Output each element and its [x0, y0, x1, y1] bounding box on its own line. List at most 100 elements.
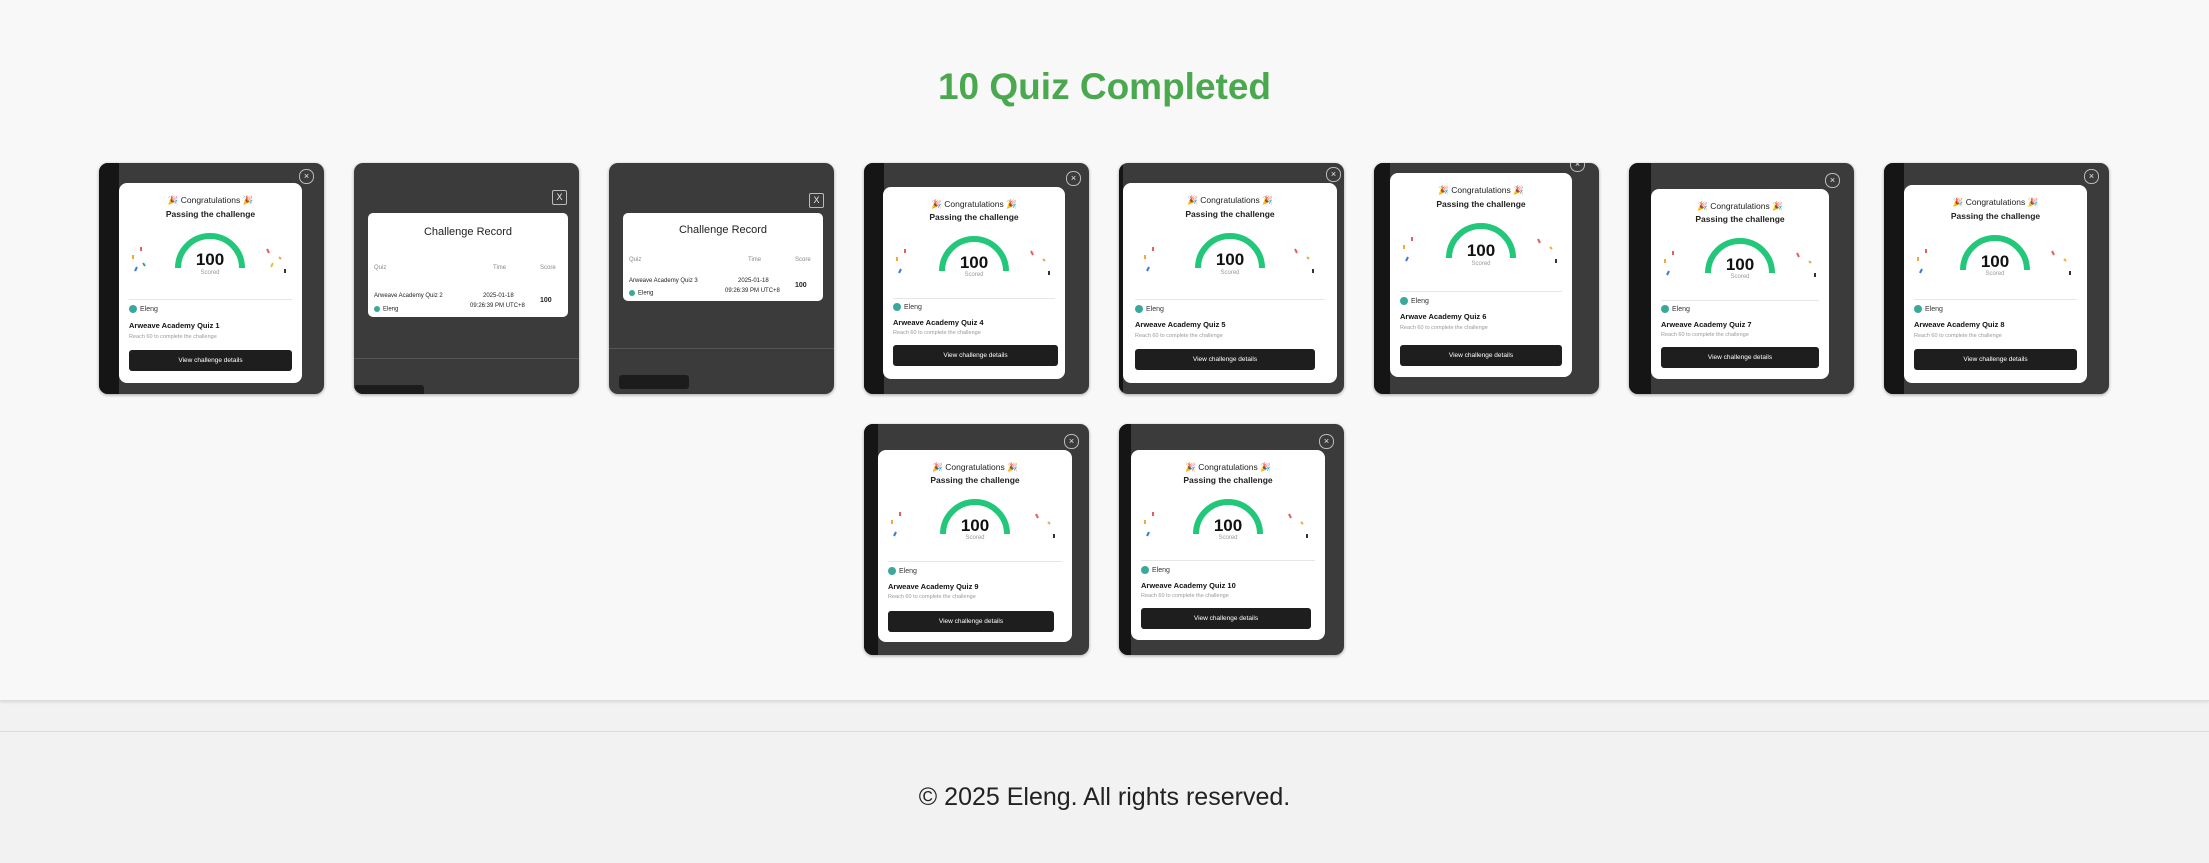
- divider: [1914, 299, 2077, 300]
- view-challenge-details-button[interactable]: View challenge details: [1141, 608, 1311, 629]
- result-modal: 🎉 Congratulations 🎉 Passing the challeng…: [1651, 189, 1829, 379]
- record-date: 2025-01-18: [738, 278, 769, 284]
- result-modal: 🎉 Congratulations 🎉 Passing the challeng…: [1131, 450, 1325, 640]
- confetti-icon: [1917, 249, 2071, 275]
- view-challenge-details-button[interactable]: View challenge details: [893, 345, 1058, 366]
- congrats-text: 🎉 Congratulations 🎉: [932, 462, 1018, 472]
- quiz-description: Reach 60 to complete the challenge: [1914, 333, 2002, 339]
- record-user: Eleng: [374, 306, 398, 313]
- quiz-card[interactable]: × 🎉 Congratulations 🎉 Passing the challe…: [1884, 163, 2109, 394]
- quiz-name: Arweave Academy Quiz 9: [888, 582, 979, 591]
- divider: [1400, 291, 1562, 292]
- challenge-record-card[interactable]: X Challenge Record Quiz Time Score Arwea…: [354, 163, 579, 394]
- record-time: 09:26:39 PM UTC+8: [470, 303, 525, 309]
- view-challenge-details-button[interactable]: View challenge details: [1135, 349, 1315, 370]
- quiz-card[interactable]: × 🎉 Congratulations 🎉 Passing the challe…: [99, 163, 324, 394]
- close-icon[interactable]: ×: [299, 169, 314, 184]
- close-icon[interactable]: ×: [1066, 171, 1081, 186]
- close-icon[interactable]: ×: [1326, 167, 1341, 182]
- column-score: Score: [795, 257, 811, 263]
- footer-divider: [0, 731, 2209, 732]
- congrats-text: 🎉 Congratulations 🎉: [1187, 195, 1273, 205]
- backdrop-sidebar: [1119, 424, 1131, 655]
- footer-copyright: © 2025 Eleng. All rights reserved.: [918, 783, 1291, 811]
- column-quiz: Quiz: [374, 265, 387, 271]
- user-badge: Eleng: [1914, 305, 1943, 313]
- user-badge: Eleng: [1400, 297, 1429, 305]
- divider: [1661, 300, 1819, 301]
- challenge-record-card[interactable]: X Challenge Record Quiz Time Score Arwea…: [609, 163, 834, 394]
- view-challenge-details-button[interactable]: View challenge details: [1661, 347, 1819, 368]
- close-icon[interactable]: ×: [2084, 169, 2099, 184]
- quiz-name: Arweave Academy Quiz 1: [129, 321, 220, 330]
- confetti-icon: [896, 249, 1050, 275]
- backdrop-sidebar: [99, 163, 119, 394]
- passing-text: Passing the challenge: [1436, 199, 1526, 209]
- page-title: 10 Quiz Completed: [937, 66, 1272, 107]
- divider: [893, 298, 1055, 299]
- user-name: Eleng: [1152, 566, 1170, 574]
- confetti-icon: [1144, 512, 1308, 538]
- record-title: Challenge Record: [678, 224, 768, 236]
- column-time: Time: [748, 257, 762, 263]
- quiz-card[interactable]: × 🎉 Congratulations 🎉 Passing the challe…: [1374, 163, 1599, 394]
- quiz-card[interactable]: × 🎉 Congratulations 🎉 Passing the challe…: [1119, 163, 1344, 394]
- quiz-description: Reach 60 to complete the challenge: [1400, 325, 1488, 331]
- main-panel: 10 Quiz Completed × 🎉 Congratulations 🎉 …: [0, 0, 2209, 701]
- user-badge: Eleng: [1135, 305, 1164, 313]
- backdrop-line: [354, 358, 579, 359]
- close-icon[interactable]: ×: [1825, 173, 1840, 188]
- close-icon[interactable]: X: [809, 193, 824, 208]
- user-badge: Eleng: [129, 305, 158, 313]
- result-modal: 🎉 Congratulations 🎉 Passing the challeng…: [878, 450, 1072, 642]
- congrats-text: 🎉 Congratulations 🎉: [1438, 185, 1524, 195]
- view-challenge-details-button[interactable]: View challenge details: [1400, 345, 1562, 366]
- divider: [1135, 299, 1325, 300]
- avatar: [629, 290, 635, 296]
- backdrop-sidebar: [1884, 163, 1904, 394]
- quiz-card[interactable]: × 🎉 Congratulations 🎉 Passing the challe…: [864, 163, 1089, 394]
- view-challenge-details-button[interactable]: View challenge details: [888, 611, 1054, 632]
- user-name: Eleng: [904, 303, 922, 311]
- challenge-record-modal: Challenge Record Quiz Time Score Arweave…: [368, 213, 568, 317]
- quiz-card[interactable]: × 🎉 Congratulations 🎉 Passing the challe…: [1629, 163, 1854, 394]
- quiz-name: Arweave Academy Quiz 10: [1141, 581, 1236, 590]
- view-challenge-details-button[interactable]: View challenge details: [129, 350, 292, 371]
- avatar: [1400, 297, 1408, 305]
- quiz-name: Arweave Academy Quiz 8: [1914, 320, 2005, 329]
- divider: [888, 561, 1062, 562]
- view-challenge-details-button[interactable]: View challenge details: [1914, 349, 2077, 370]
- passing-text: Passing the challenge: [1695, 214, 1785, 224]
- record-score: 100: [795, 282, 807, 289]
- backdrop-sidebar: [864, 424, 878, 655]
- user-name: Eleng: [140, 305, 158, 313]
- column-quiz: Quiz: [629, 257, 642, 263]
- confetti-icon: [1144, 247, 1314, 273]
- passing-text: Passing the challenge: [1183, 475, 1273, 485]
- result-modal: 🎉 Congratulations 🎉 Passing the challeng…: [1904, 185, 2087, 383]
- close-icon[interactable]: ×: [1570, 163, 1585, 172]
- backdrop-line: [609, 348, 834, 349]
- confetti-icon: [1403, 237, 1557, 263]
- avatar: [1914, 305, 1922, 313]
- avatar: [1661, 305, 1669, 313]
- close-icon[interactable]: X: [552, 190, 567, 205]
- avatar: [1135, 305, 1143, 313]
- user-badge: Eleng: [893, 303, 922, 311]
- close-icon[interactable]: ×: [1319, 434, 1334, 449]
- result-modal: 🎉 Congratulations 🎉 Passing the challeng…: [1390, 173, 1572, 377]
- close-icon[interactable]: ×: [1064, 434, 1079, 449]
- user-badge: Eleng: [1141, 566, 1170, 574]
- quiz-name: Arwave Academy Quiz 6: [1400, 312, 1487, 321]
- quiz-description: Reach 60 to complete the challenge: [129, 334, 217, 340]
- record-score: 100: [540, 297, 552, 304]
- result-modal: 🎉 Congratulations 🎉 Passing the challeng…: [883, 187, 1065, 379]
- quiz-description: Reach 60 to complete the challenge: [1135, 333, 1223, 339]
- quiz-card[interactable]: × 🎉 Congratulations 🎉 Passing the challe…: [1119, 424, 1344, 655]
- confetti-icon: [132, 247, 286, 273]
- quiz-name: Arweave Academy Quiz 5: [1135, 320, 1226, 329]
- quiz-card[interactable]: × 🎉 Congratulations 🎉 Passing the challe…: [864, 424, 1089, 655]
- quiz-name: Arweave Academy Quiz 4: [893, 318, 984, 327]
- record-quiz-name: Arweave Academy Quiz 2: [374, 293, 443, 299]
- column-time: Time: [493, 265, 507, 271]
